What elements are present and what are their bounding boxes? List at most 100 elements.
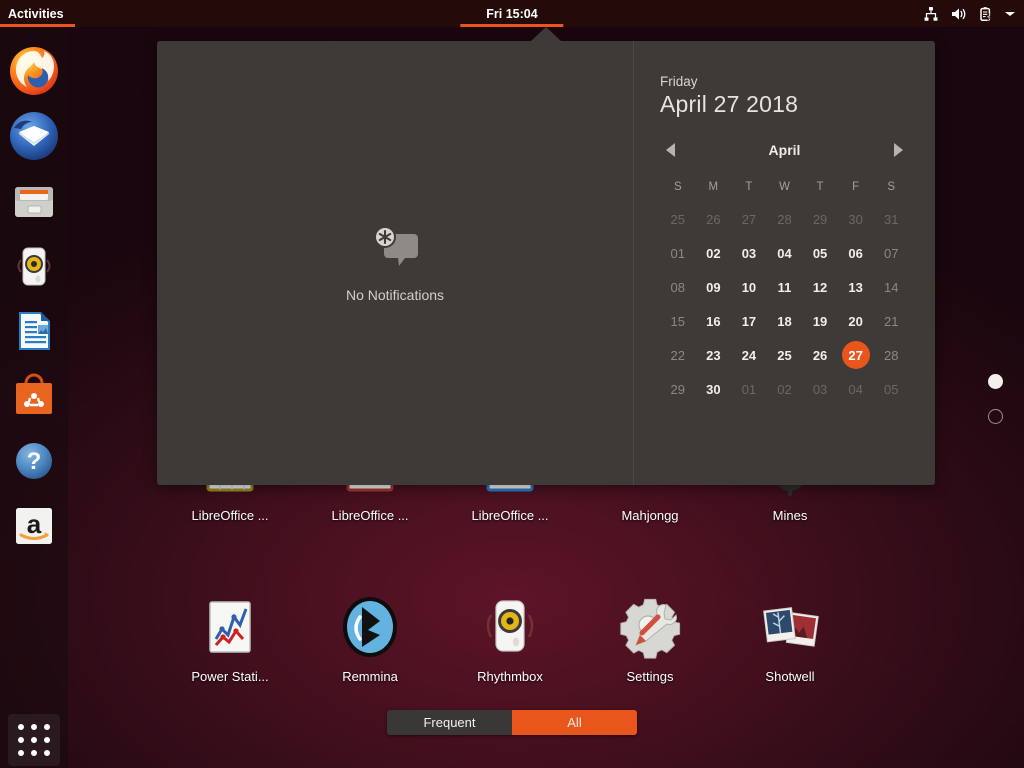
calendar-day-number: 21: [883, 313, 899, 329]
network-icon[interactable]: [923, 6, 939, 22]
calendar-day[interactable]: 18: [767, 304, 803, 338]
clock-active-underline: [460, 24, 564, 27]
calendar-day[interactable]: 29: [802, 202, 838, 236]
calendar-day[interactable]: 22: [660, 338, 696, 372]
calendar-day-number: 28: [777, 211, 792, 227]
calendar-day[interactable]: 30: [696, 372, 732, 406]
tab-all[interactable]: All: [512, 710, 637, 735]
calendar-day-number: 09: [706, 279, 721, 295]
app-label: LibreOffice ...: [331, 508, 409, 523]
show-applications-button[interactable]: [8, 714, 60, 766]
next-month-icon[interactable]: [893, 143, 903, 157]
dock-item-firefox[interactable]: [8, 45, 60, 97]
calendar-day-number: 30: [706, 381, 721, 397]
calendar-day[interactable]: 03: [802, 372, 838, 406]
calendar-day[interactable]: 19: [802, 304, 838, 338]
calendar-day[interactable]: 04: [767, 236, 803, 270]
app-item-remmina[interactable]: Remmina: [300, 591, 440, 684]
page-indicator: [988, 374, 1003, 424]
calendar-day-number: 03: [741, 245, 757, 261]
calendar-day[interactable]: 05: [873, 372, 909, 406]
activities-button[interactable]: Activities: [0, 0, 76, 27]
dock-item-thunderbird[interactable]: [8, 110, 60, 162]
calendar-day[interactable]: 02: [767, 372, 803, 406]
calendar-day-number: 29: [812, 211, 828, 227]
svg-text:?: ?: [27, 448, 42, 475]
calendar-day[interactable]: 02: [696, 236, 732, 270]
calendar-day-number: 23: [706, 347, 721, 363]
calendar-day[interactable]: 15: [660, 304, 696, 338]
app-label: Settings: [626, 669, 674, 684]
calendar-day[interactable]: 14: [873, 270, 909, 304]
system-tray: [923, 0, 1016, 27]
calendar-day[interactable]: 10: [731, 270, 767, 304]
calendar-day[interactable]: 28: [767, 202, 803, 236]
calendar-day[interactable]: 24: [731, 338, 767, 372]
calendar-day[interactable]: 07: [873, 236, 909, 270]
calendar-day[interactable]: 21: [873, 304, 909, 338]
dock-item-files[interactable]: [8, 175, 60, 227]
calendar-day[interactable]: 23: [696, 338, 732, 372]
shotwell-icon: [754, 591, 826, 663]
dock-item-ubuntu-software[interactable]: [8, 370, 60, 422]
top-bar: Activities Fri 15:04: [0, 0, 1024, 27]
dock-item-amazon[interactable]: a: [8, 500, 60, 552]
calendar-day[interactable]: 11: [767, 270, 803, 304]
dock-item-rhythmbox[interactable]: [8, 240, 60, 292]
calendar-day[interactable]: 26: [802, 338, 838, 372]
calendar-day-header: F: [852, 181, 860, 193]
calendar-day[interactable]: 01: [660, 236, 696, 270]
page-dot-1[interactable]: [988, 374, 1003, 389]
prev-month-icon[interactable]: [666, 143, 675, 157]
calendar-day[interactable]: 29: [660, 372, 696, 406]
tab-frequent[interactable]: Frequent: [387, 710, 512, 735]
calendar-day[interactable]: 28: [873, 338, 909, 372]
calendar-day[interactable]: 31: [873, 202, 909, 236]
calendar-day[interactable]: 27: [731, 202, 767, 236]
remmina-icon: [334, 591, 406, 663]
app-grid-row: Power Stati... Remmina Rhythmbox Setting…: [68, 591, 1024, 684]
app-item-rhythmbox[interactable]: Rhythmbox: [440, 591, 580, 684]
calendar-day-today[interactable]: 27: [838, 338, 874, 372]
calendar-day[interactable]: 30: [838, 202, 874, 236]
calendar-day[interactable]: 09: [696, 270, 732, 304]
page-dot-2[interactable]: [988, 409, 1003, 424]
calendar-day-number: 17: [741, 313, 757, 329]
calendar-grid: S M T W T F S 25 26 27 28 29 30 31 01 02 03 04 05 06 07 08 09 1…: [660, 172, 909, 406]
calendar-day-number: 25: [777, 347, 792, 363]
calendar-day-number: 25: [670, 211, 686, 227]
clock-label: Fri 15:04: [486, 6, 538, 21]
battery-icon[interactable]: [978, 6, 993, 22]
calendar-day[interactable]: 25: [660, 202, 696, 236]
calendar-day[interactable]: 16: [696, 304, 732, 338]
calendar-day-number: 14: [883, 279, 899, 295]
calendar-day[interactable]: 13: [838, 270, 874, 304]
calendar-day-number: 01: [670, 245, 686, 261]
calendar-day[interactable]: 04: [838, 372, 874, 406]
calendar-day[interactable]: 17: [731, 304, 767, 338]
calendar-day[interactable]: 12: [802, 270, 838, 304]
app-item-power-statistics[interactable]: Power Stati...: [160, 591, 300, 684]
chevron-down-icon[interactable]: [1004, 10, 1016, 18]
calendar-day[interactable]: 06: [838, 236, 874, 270]
app-label: Power Stati...: [191, 669, 269, 684]
calendar-day-number: 18: [777, 313, 792, 329]
calendar-day[interactable]: 08: [660, 270, 696, 304]
calendar-day[interactable]: 05: [802, 236, 838, 270]
calendar-pane: Friday April 27 2018 April S M T W T F S 25 26 27…: [634, 41, 935, 485]
calendar-day[interactable]: 01: [731, 372, 767, 406]
calendar-day[interactable]: 03: [731, 236, 767, 270]
volume-icon[interactable]: [950, 6, 967, 22]
calendar-day[interactable]: 25: [767, 338, 803, 372]
settings-icon: [614, 591, 686, 663]
app-item-settings[interactable]: Settings: [580, 591, 720, 684]
grid-dots-icon: [18, 724, 50, 756]
app-item-shotwell[interactable]: Shotwell: [720, 591, 860, 684]
calendar-day[interactable]: 26: [696, 202, 732, 236]
clock-button[interactable]: Fri 15:04: [460, 0, 564, 27]
calendar-popup: No Notifications Friday April 27 2018 Ap…: [157, 41, 935, 485]
dock-item-help[interactable]: ?: [8, 435, 60, 487]
calendar-day[interactable]: 20: [838, 304, 874, 338]
dock-item-libreoffice-writer[interactable]: [8, 305, 60, 357]
rhythmbox-icon: [474, 591, 546, 663]
